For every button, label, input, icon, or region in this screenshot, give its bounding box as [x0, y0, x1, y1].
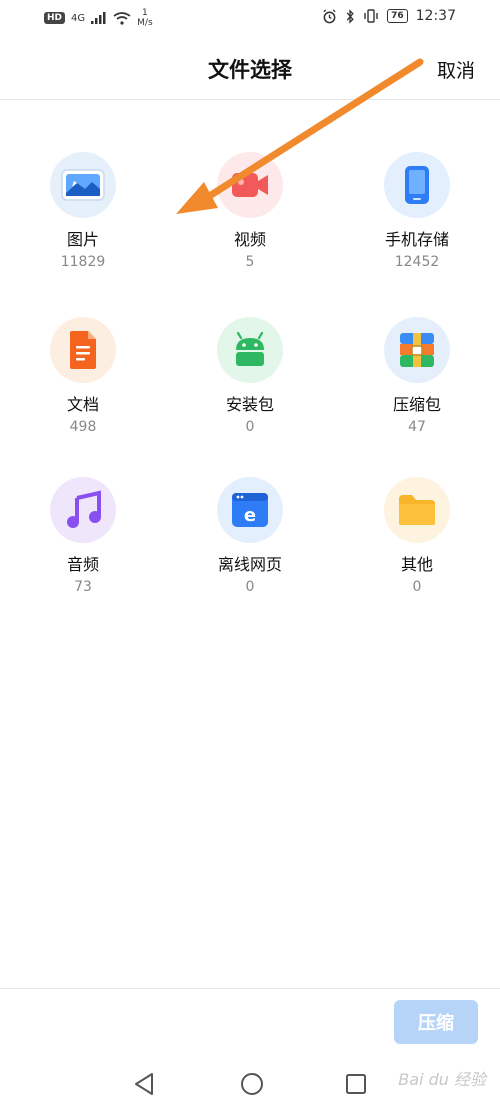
category-count: 0: [245, 419, 255, 435]
archive-icon: [384, 317, 450, 383]
music-icon: [50, 477, 116, 543]
category-label: 压缩包: [392, 395, 441, 414]
category-label: 其他: [400, 555, 433, 574]
compress-button[interactable]: 压缩: [394, 1000, 478, 1044]
category-row: 文档 498 安装包 0 压缩包 47: [0, 317, 500, 447]
category-count: 0: [412, 579, 422, 595]
annotation-arrow: [176, 58, 424, 214]
category-other[interactable]: 其他 0: [347, 477, 487, 595]
category-audio[interactable]: 音频 73: [13, 477, 153, 595]
category-count: 0: [245, 579, 255, 595]
webpage-icon: e: [217, 477, 283, 543]
category-row: 音频 73 e 离线网页 0 其他 0: [0, 477, 500, 607]
category-label: 离线网页: [217, 555, 282, 574]
folder-icon: [384, 477, 450, 543]
category-count: 47: [408, 419, 426, 435]
category-label: 音频: [66, 555, 99, 574]
category-label: 文档: [66, 395, 99, 414]
category-count: 498: [69, 419, 97, 435]
recent-apps-icon[interactable]: [345, 1073, 367, 1095]
category-offline-webpages[interactable]: e 离线网页 0: [180, 477, 320, 595]
category-label: 安装包: [225, 395, 274, 414]
category-archives[interactable]: 压缩包 47: [347, 317, 487, 435]
back-icon[interactable]: [133, 1072, 155, 1096]
svg-text:e: e: [244, 505, 256, 526]
watermark: Bai du 经验: [398, 1070, 486, 1089]
category-install-packages[interactable]: 安装包 0: [180, 317, 320, 435]
bottom-divider: [0, 988, 500, 989]
android-icon: [217, 317, 283, 383]
home-icon[interactable]: [240, 1072, 264, 1096]
category-documents[interactable]: 文档 498: [13, 317, 153, 435]
category-count: 73: [74, 579, 92, 595]
document-icon: [50, 317, 116, 383]
